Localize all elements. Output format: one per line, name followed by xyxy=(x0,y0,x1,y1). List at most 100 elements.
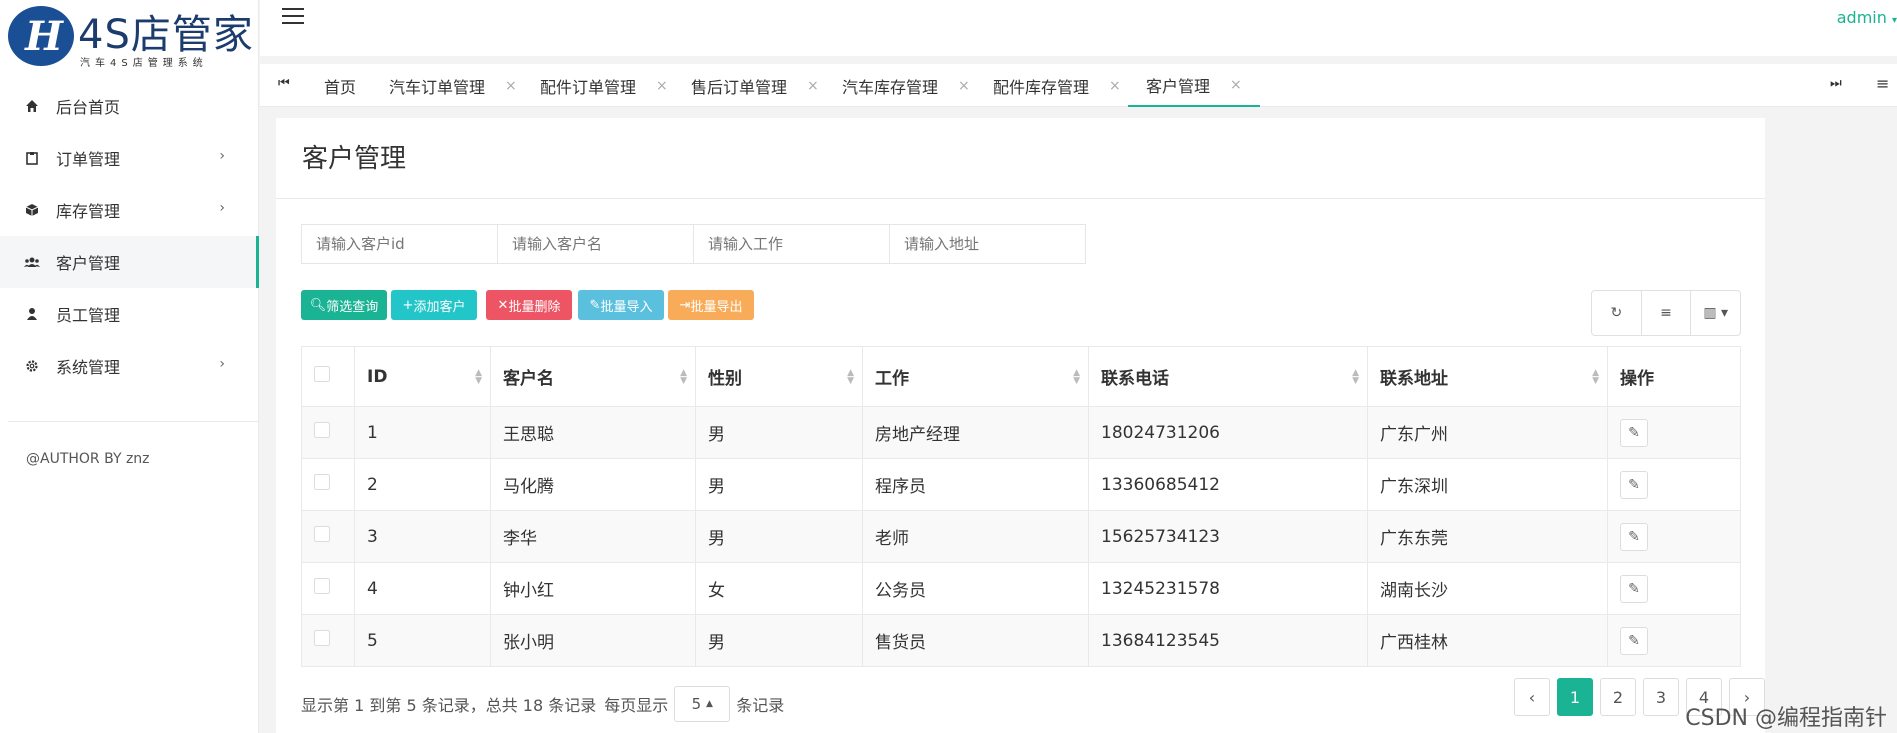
query-button-label: 筛选查询 xyxy=(326,299,379,315)
close-icon[interactable]: × xyxy=(505,78,517,94)
edit-row-button[interactable]: ✎ xyxy=(1620,626,1648,655)
select-all-checkbox[interactable] xyxy=(314,366,330,382)
sort-icon: ▲ ▼ xyxy=(847,368,854,386)
tab-customers[interactable]: 客户管理 × xyxy=(1128,64,1260,107)
row-select-cell xyxy=(301,458,355,511)
table-cell: 18024731206 xyxy=(1088,406,1368,459)
add-customer-button[interactable]: + 添加客户 xyxy=(391,290,477,320)
header-label: 联系地址 xyxy=(1380,369,1448,389)
column-header-phone[interactable]: 联系电话 ▲ ▼ xyxy=(1088,346,1368,407)
tab-home[interactable]: 首页 xyxy=(324,64,356,107)
sidebar-item-customers[interactable]: 客户管理 xyxy=(0,236,259,288)
sidebar-item-home[interactable]: 后台首页 xyxy=(0,80,259,132)
tab-parts-orders[interactable]: 配件订单管理 × xyxy=(540,64,668,107)
row-checkbox[interactable] xyxy=(314,526,330,542)
customer-name-input[interactable] xyxy=(497,224,694,264)
batch-import-button-label: 批量导入 xyxy=(600,299,653,315)
add-customer-button-label: 添加客户 xyxy=(413,299,466,315)
tabs-scroll-right-icon[interactable]: ⏭ xyxy=(1830,76,1842,91)
table-cell: 公务员 xyxy=(862,562,1089,615)
table-cell: 广西桂林 xyxy=(1367,614,1608,667)
batch-export-button[interactable]: ⇥ 批量导出 xyxy=(668,290,754,320)
edit-row-button[interactable]: ✎ xyxy=(1620,522,1648,551)
close-icon[interactable]: × xyxy=(1230,77,1242,93)
column-header-name[interactable]: 客户名 ▲ ▼ xyxy=(490,346,696,407)
page-size-select[interactable]: 5 ▲ xyxy=(674,686,731,722)
table-row[interactable]: 5 张小明男售货员 13684123545 广西桂林 ✎ xyxy=(301,614,1741,667)
row-checkbox[interactable] xyxy=(314,474,330,490)
sidebar-menu: 后台首页 订单管理 › 库存管理 › 客户管理 员工管理 系统管理 › xyxy=(0,80,259,392)
table-header-row: ID ▲ ▼ 客户名 ▲ ▼ 性别 ▲ ▼ 工作 ▲ ▼ 联系电话 ▲ ▼ 联系地址 ▲ ▼ 操作 xyxy=(301,346,1741,407)
batch-import-button[interactable]: ✎ 批量导入 xyxy=(578,290,664,320)
table-row[interactable]: 2 马化腾男程序员 13360685412 广东深圳 ✎ xyxy=(301,458,1741,511)
header-label: 操作 xyxy=(1620,369,1654,389)
table-cell: 女 xyxy=(695,562,863,615)
sidebar-item-staff[interactable]: 员工管理 xyxy=(0,288,259,340)
close-icon[interactable]: × xyxy=(807,78,819,94)
tab-label: 配件订单管理 xyxy=(540,77,637,97)
gear-icon xyxy=(24,358,40,374)
row-select-cell xyxy=(301,406,355,459)
caret-up-icon: ▲ xyxy=(705,699,713,709)
close-icon[interactable]: × xyxy=(1109,78,1121,94)
table-row[interactable]: 1 王思聪男房地产经理 18024731206 广东广州 ✎ xyxy=(301,406,1741,459)
edit-icon: ✎ xyxy=(589,297,601,313)
table-row[interactable]: 4 钟小红女公务员 13245231578 湖南长沙 ✎ xyxy=(301,562,1741,615)
tabs-menu-icon[interactable]: ≡ xyxy=(1876,74,1889,93)
page-2-button[interactable]: 2 xyxy=(1600,678,1636,716)
table-cell: 4 xyxy=(354,562,491,615)
table-cell: 男 xyxy=(695,458,863,511)
tab-car-orders[interactable]: 汽车订单管理 × xyxy=(389,64,517,107)
sort-icon: ▲ ▼ xyxy=(680,368,687,386)
clipboard-icon xyxy=(24,150,40,166)
column-header-id[interactable]: ID ▲ ▼ xyxy=(354,346,491,407)
job-input[interactable] xyxy=(693,224,890,264)
query-button[interactable]: 🔍︎ 筛选查询 xyxy=(301,290,387,320)
edit-row-button[interactable]: ✎ xyxy=(1620,470,1648,499)
customer-id-input[interactable] xyxy=(301,224,498,264)
tab-label: 汽车订单管理 xyxy=(389,77,486,97)
sidebar-item-inventory[interactable]: 库存管理 › xyxy=(0,184,259,236)
page-3-button[interactable]: 3 xyxy=(1643,678,1679,716)
close-icon[interactable]: × xyxy=(958,78,970,94)
user-menu[interactable]: admin ▾ xyxy=(1837,8,1897,27)
address-input[interactable] xyxy=(889,224,1086,264)
row-actions-cell: ✎ xyxy=(1607,562,1741,615)
close-icon[interactable]: × xyxy=(656,78,668,94)
column-header-address[interactable]: 联系地址 ▲ ▼ xyxy=(1367,346,1608,407)
page-1-button[interactable]: 1 xyxy=(1557,678,1593,716)
table-cell: 张小明 xyxy=(490,614,696,667)
sidebar-item-orders[interactable]: 订单管理 › xyxy=(0,132,259,184)
panel-divider xyxy=(276,198,1765,199)
table-cell: 13684123545 xyxy=(1088,614,1368,667)
row-checkbox[interactable] xyxy=(314,630,330,646)
table-row[interactable]: 3 李华男老师 15625734123 广东东莞 ✎ xyxy=(301,510,1741,563)
columns-icon[interactable]: ▥ ▾ xyxy=(1691,291,1740,335)
edit-row-button[interactable]: ✎ xyxy=(1620,574,1648,603)
tab-aftersales-orders[interactable]: 售后订单管理 × xyxy=(691,64,819,107)
table-cell: 钟小红 xyxy=(490,562,696,615)
column-header-job[interactable]: 工作 ▲ ▼ xyxy=(862,346,1089,407)
per-page-suffix: 条记录 xyxy=(736,696,785,715)
row-checkbox[interactable] xyxy=(314,422,330,438)
batch-delete-button-label: 批量删除 xyxy=(508,299,561,315)
select-all-cell xyxy=(301,346,355,407)
toggle-view-icon[interactable]: ≡ xyxy=(1642,291,1692,335)
edit-row-button[interactable]: ✎ xyxy=(1620,418,1648,447)
tab-label: 售后订单管理 xyxy=(691,77,788,97)
row-checkbox[interactable] xyxy=(314,578,330,594)
tabs-scroll-left-icon[interactable]: ⏮ xyxy=(278,76,290,91)
batch-delete-button[interactable]: ✕ 批量删除 xyxy=(486,290,572,320)
tab-parts-inventory[interactable]: 配件库存管理 × xyxy=(993,64,1121,107)
menu-toggle-icon[interactable] xyxy=(282,8,304,26)
sort-icon: ▲ ▼ xyxy=(475,368,482,386)
table-cell: 男 xyxy=(695,406,863,459)
refresh-icon[interactable]: ↻ xyxy=(1592,291,1642,335)
logo-subtitle: 汽车4S店管理系统 xyxy=(80,58,208,69)
prev-page-button[interactable]: ‹ xyxy=(1514,678,1550,716)
sidebar-item-system[interactable]: 系统管理 › xyxy=(0,340,259,392)
tab-car-inventory[interactable]: 汽车库存管理 × xyxy=(842,64,970,107)
column-header-gender[interactable]: 性别 ▲ ▼ xyxy=(695,346,863,407)
author-credit: @AUTHOR BY znz xyxy=(26,451,150,467)
sort-icon: ▲ ▼ xyxy=(1073,368,1080,386)
